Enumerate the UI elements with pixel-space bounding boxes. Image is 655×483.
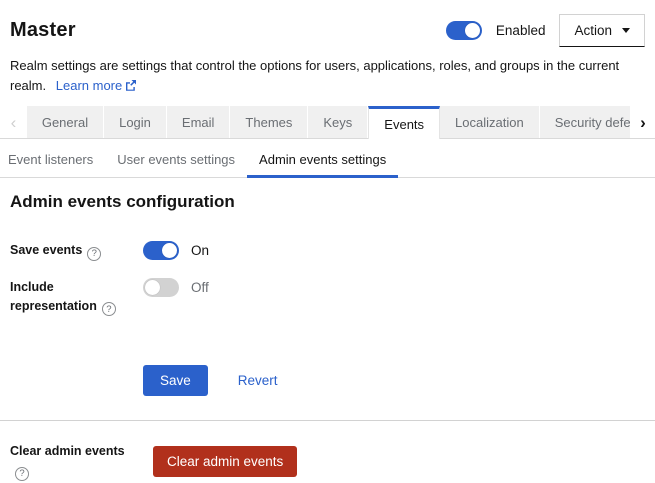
realm-description: Realm settings are settings that control… — [10, 56, 645, 97]
help-icon[interactable]: ? — [87, 247, 101, 261]
include-representation-row: Include representation? Off — [10, 278, 645, 317]
tab-label: Localization — [455, 115, 524, 130]
section-heading: Admin events configuration — [10, 192, 645, 212]
save-events-state: On — [191, 243, 209, 258]
section-divider — [0, 420, 655, 421]
clear-admin-events-button[interactable]: Clear admin events — [153, 446, 297, 477]
tab-label: Email — [182, 115, 215, 130]
learn-more-label: Learn more — [56, 78, 122, 93]
chevron-left-icon: ‹ — [11, 114, 17, 131]
save-events-label: Save events? — [10, 241, 143, 261]
tab-events[interactable]: Events — [368, 106, 440, 139]
learn-more-link[interactable]: Learn more — [56, 78, 137, 93]
toggle-knob — [465, 23, 480, 38]
tab-themes[interactable]: Themes — [230, 106, 308, 138]
field-label-text: Save events — [10, 243, 82, 257]
tab-label: General — [42, 115, 88, 130]
save-events-row: Save events? On — [10, 241, 645, 261]
include-representation-state: Off — [191, 280, 209, 295]
realm-enabled-toggle[interactable] — [446, 21, 482, 40]
tab-email[interactable]: Email — [167, 106, 231, 138]
help-icon[interactable]: ? — [102, 302, 116, 316]
subtab-label: Event listeners — [8, 152, 93, 167]
page-title: Master — [10, 19, 76, 42]
save-events-toggle[interactable] — [143, 241, 179, 260]
include-representation-label: Include representation? — [10, 278, 143, 317]
tabs-scroll-left-button[interactable]: ‹ — [0, 106, 27, 138]
tab-security-defenses[interactable]: Security defens — [540, 106, 631, 138]
tab-keys[interactable]: Keys — [308, 106, 368, 138]
toggle-knob — [145, 280, 160, 295]
subtab-label: User events settings — [117, 152, 235, 167]
form-actions: Save Revert — [143, 365, 645, 396]
subtab-label: Admin events settings — [259, 152, 386, 167]
realm-header: Master Enabled Action Realm settings are… — [0, 0, 655, 97]
field-label-text: Clear admin events — [10, 444, 125, 458]
revert-button[interactable]: Revert — [238, 373, 278, 388]
tab-general[interactable]: General — [27, 106, 104, 138]
action-dropdown-button[interactable]: Action — [559, 14, 645, 47]
subtab-event-listeners[interactable]: Event listeners — [0, 143, 105, 178]
tab-label: Events — [384, 117, 424, 132]
external-link-icon — [125, 77, 137, 97]
clear-admin-events-row: Clear admin events? Clear admin events — [10, 442, 645, 481]
tab-login[interactable]: Login — [104, 106, 167, 138]
events-subtabs: Event listeners User events settings Adm… — [0, 143, 655, 178]
realm-settings-tabs: ‹ General Login Email Themes Keys Events… — [0, 106, 655, 139]
subtab-user-events-settings[interactable]: User events settings — [105, 143, 247, 178]
help-icon[interactable]: ? — [15, 467, 29, 481]
tab-label: Keys — [323, 115, 352, 130]
clear-admin-events-label: Clear admin events? — [10, 442, 143, 481]
realm-enabled-label: Enabled — [496, 23, 546, 38]
action-dropdown-label: Action — [574, 23, 612, 38]
tabs-scroll-right-button[interactable]: › — [631, 106, 655, 138]
include-representation-toggle[interactable] — [143, 278, 179, 297]
save-button[interactable]: Save — [143, 365, 208, 396]
caret-down-icon — [622, 28, 630, 33]
toggle-knob — [162, 243, 177, 258]
tab-label: Security defens — [555, 115, 631, 130]
subtab-admin-events-settings[interactable]: Admin events settings — [247, 143, 398, 178]
tab-label: Themes — [245, 115, 292, 130]
admin-events-panel: Admin events configuration Save events? … — [0, 178, 655, 481]
tab-label: Login — [119, 115, 151, 130]
tab-localization[interactable]: Localization — [440, 106, 540, 138]
chevron-right-icon: › — [640, 114, 646, 131]
field-label-text: Include representation — [10, 280, 97, 313]
admin-events-form: Save events? On Include representation? … — [10, 241, 645, 316]
